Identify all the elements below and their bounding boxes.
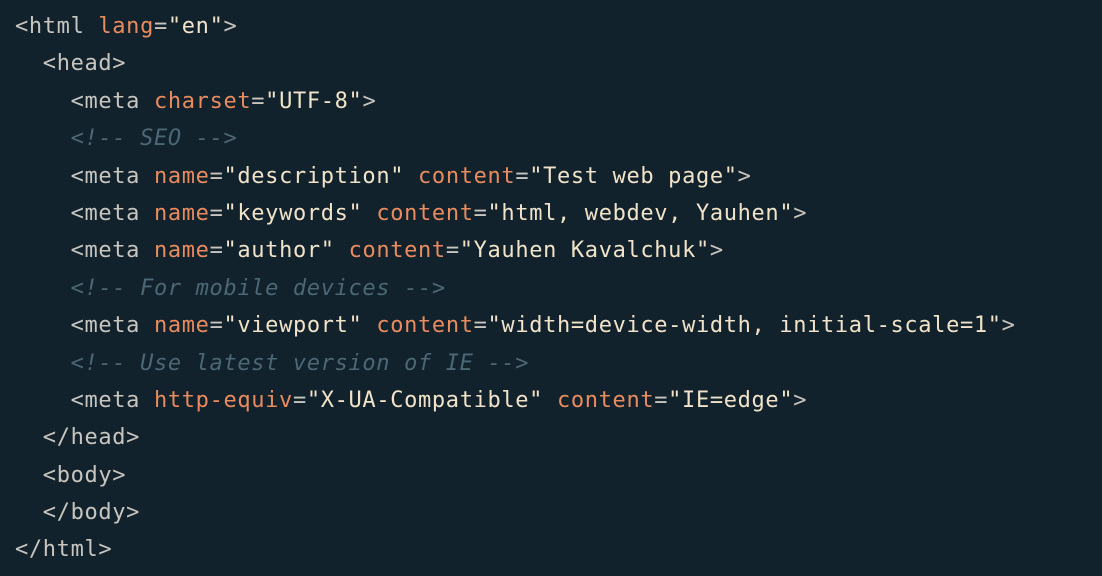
- code-line: <meta name="author" content="Yauhen Kava…: [15, 232, 1102, 269]
- code-line: </html>: [15, 531, 1102, 568]
- code-string: "en": [167, 14, 224, 39]
- code-string: "html, webdev, Yauhen": [487, 200, 794, 226]
- code-line: <meta name="keywords" content="html, web…: [15, 195, 1102, 232]
- code-string: "width=device-width, initial-scale=1": [487, 313, 1002, 339]
- code-tag: >: [793, 387, 808, 413]
- code-attribute: content: [376, 313, 474, 339]
- code-attribute: http-equiv: [153, 387, 293, 413]
- code-tag: <meta: [70, 88, 141, 114]
- code-string: "Test web page": [529, 163, 738, 189]
- code-attribute: content: [556, 387, 655, 413]
- code-line: <meta name="viewport" content="width=dev…: [15, 307, 1102, 344]
- code-tag: </head>: [42, 425, 141, 451]
- code-comment: <!-- Use latest version of IE -->: [70, 350, 530, 376]
- code-attribute: name: [153, 163, 210, 189]
- code-tag: </html>: [15, 537, 113, 563]
- code-tag: >: [709, 238, 724, 264]
- code-comment: <!-- For mobile devices -->: [70, 275, 446, 301]
- code-string: "IE=edge": [668, 387, 794, 413]
- code-equals: =: [654, 387, 669, 413]
- code-equals: =: [209, 200, 224, 226]
- code-string: "Yauhen Kavalchuk": [459, 238, 710, 264]
- code-line: <meta http-equiv="X-UA-Compatible" conte…: [15, 382, 1102, 419]
- code-line: <head>: [15, 45, 1102, 82]
- code-equals: =: [153, 14, 168, 39]
- code-equals: =: [445, 238, 460, 264]
- code-equals: =: [251, 88, 266, 114]
- code-line: <body>: [15, 457, 1102, 494]
- code-comment: <!-- SEO -->: [70, 126, 238, 152]
- code-equals: =: [209, 163, 224, 189]
- code-line: <html lang="en">: [15, 8, 1102, 45]
- code-attribute: name: [153, 313, 210, 339]
- code-editor[interactable]: <html lang="en"> <head> <meta charset="U…: [0, 0, 1102, 576]
- code-equals: =: [209, 238, 224, 264]
- code-equals: =: [473, 200, 488, 226]
- code-attribute: name: [153, 238, 210, 264]
- code-tag: <meta: [70, 238, 141, 264]
- code-line: <!-- SEO -->: [15, 120, 1102, 157]
- code-tag: >: [362, 88, 377, 114]
- code-tag: <html: [15, 14, 85, 39]
- code-tag: <body>: [42, 462, 127, 488]
- code-line: <meta name="description" content="Test w…: [15, 158, 1102, 195]
- code-equals: =: [209, 313, 224, 339]
- code-attribute: name: [153, 200, 210, 226]
- code-line: </head>: [15, 419, 1102, 456]
- code-equals: =: [515, 163, 530, 189]
- code-string: "viewport": [223, 313, 363, 339]
- code-tag: <meta: [70, 163, 141, 189]
- code-string: "description": [223, 163, 405, 189]
- code-attribute: content: [418, 163, 516, 189]
- code-tag: <meta: [70, 313, 141, 339]
- code-tag: >: [793, 200, 808, 226]
- code-equals: =: [292, 387, 307, 413]
- code-line: <!-- Use latest version of IE -->: [15, 345, 1102, 382]
- code-string: "UTF-8": [265, 88, 363, 114]
- code-line: <meta charset="UTF-8">: [15, 83, 1102, 120]
- code-attribute: content: [348, 238, 446, 264]
- code-equals: =: [473, 313, 488, 339]
- code-attribute: charset: [153, 88, 252, 114]
- code-tag: </body>: [42, 500, 141, 526]
- code-line: </body>: [15, 494, 1102, 531]
- code-line: <!-- For mobile devices -->: [15, 270, 1102, 307]
- code-attribute: lang: [98, 14, 154, 39]
- code-tag: <meta: [70, 200, 141, 226]
- code-tag: >: [223, 14, 238, 39]
- code-string: "author": [223, 238, 335, 264]
- code-string: "keywords": [223, 200, 363, 226]
- code-tag: >: [737, 163, 752, 189]
- code-tag: <head>: [42, 51, 127, 77]
- code-string: "X-UA-Compatible": [306, 387, 544, 413]
- code-tag: <meta: [70, 387, 141, 413]
- code-attribute: content: [376, 200, 474, 226]
- code-tag: >: [1001, 313, 1016, 339]
